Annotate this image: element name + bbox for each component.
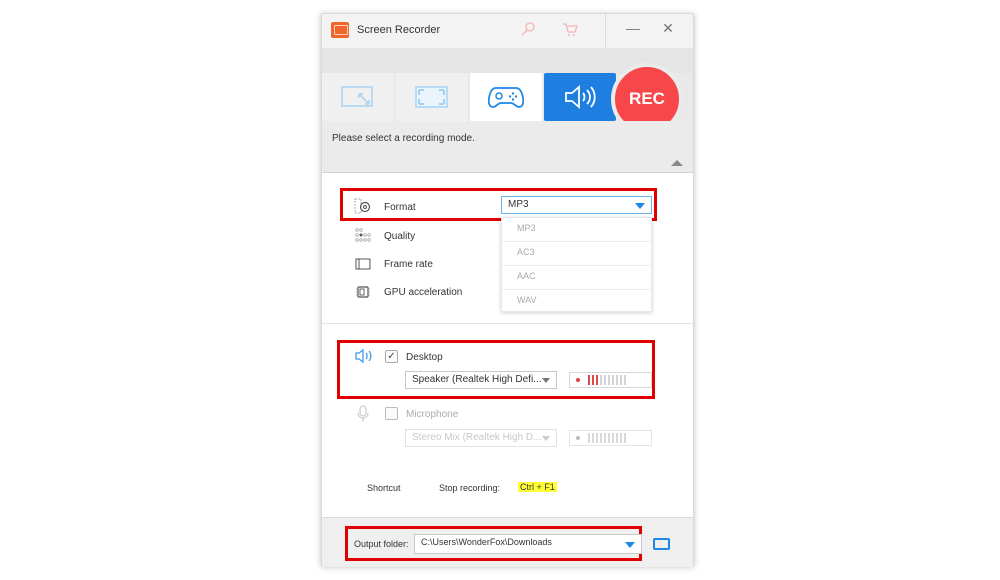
app-logo-icon [331,22,349,38]
meter-bar [588,375,590,385]
fullscreen-icon [415,86,448,108]
screen-recorder-window: Screen Recorder — ✕ REC Please select a … [321,13,694,567]
format-select[interactable]: MP3 [501,196,652,214]
microphone-device-value: Stereo Mix (Realtek High D... [412,432,542,443]
meter-bar [604,375,606,385]
format-option-ac3[interactable]: AC3 [502,242,651,266]
desktop-device-select[interactable]: Speaker (Realtek High Defi... [405,371,557,389]
format-gear-icon [354,198,372,214]
meter-bar [616,375,618,385]
desktop-audio-highlight-box [337,340,655,399]
desktop-level-meter [569,372,652,388]
desktop-speaker-icon [354,348,372,364]
meter-bar [596,433,598,443]
titlebar-separator [605,14,606,48]
microphone-device-select[interactable]: Stereo Mix (Realtek High D... [405,429,557,447]
output-footer: Output folder: C:\Users\WonderFox\Downlo… [322,517,693,567]
output-folder-label: Output folder: [354,539,409,549]
output-folder-select[interactable]: C:\Users\WonderFox\Downloads [414,534,642,554]
desktop-device-value: Speaker (Realtek High Defi... [412,374,542,385]
chevron-down-icon [635,203,645,209]
meter-dot [576,436,580,440]
format-option-wav[interactable]: WAV [502,290,651,314]
gpu-acceleration-label: GPU acceleration [384,287,463,298]
app-title: Screen Recorder [357,24,441,36]
minimize-button[interactable]: — [623,20,643,36]
section-divider [322,323,693,324]
hint-text: Please select a recording mode. [332,133,475,144]
meter-bar [592,433,594,443]
meter-bar [592,375,594,385]
format-option-aac[interactable]: AAC [502,266,651,290]
meter-bar [612,433,614,443]
meter-dot [576,378,580,382]
close-button[interactable]: ✕ [658,20,678,37]
chevron-down-icon [542,436,550,441]
meter-bar [604,433,606,443]
format-label: Format [384,202,416,213]
meter-bar [600,375,602,385]
output-folder-path: C:\Users\WonderFox\Downloads [421,537,552,547]
hint-area: Please select a recording mode. [322,121,693,173]
desktop-label: Desktop [406,352,443,363]
chevron-down-icon [542,378,550,383]
format-dropdown-list: MP3 AC3 AAC WAV [501,217,652,312]
title-bar: Screen Recorder — ✕ [322,14,693,48]
game-mode-button[interactable] [470,73,542,121]
meter-bar [600,433,602,443]
meter-bar [624,375,626,385]
meter-bar [624,433,626,443]
fullscreen-mode-button[interactable] [396,73,468,121]
gpu-chip-icon [354,284,372,300]
format-option-mp3[interactable]: MP3 [502,218,651,242]
meter-bar [620,433,622,443]
meter-bar [608,375,610,385]
stop-recording-label: Stop recording: [439,483,501,493]
region-icon [341,86,373,107]
meter-bar [608,433,610,443]
region-mode-button[interactable] [322,73,394,121]
gamepad-icon [488,87,524,108]
frame-rate-label: Frame rate [384,259,433,270]
microphone-icon [354,405,372,422]
shortcut-label: Shortcut [367,483,401,493]
audio-mode-button[interactable] [544,73,616,121]
meter-bar [612,375,614,385]
desktop-checkbox[interactable]: ✓ [385,350,398,363]
cart-icon[interactable] [562,21,578,40]
meter-bar [588,433,590,443]
meter-bar [620,375,622,385]
stop-recording-shortcut-key[interactable]: Ctrl + F1 [518,482,557,492]
open-folder-icon[interactable] [653,538,670,550]
meter-bar [616,433,618,443]
quality-label: Quality [384,231,416,242]
format-select-value: MP3 [508,199,529,210]
speaker-icon [565,85,596,109]
chevron-down-icon [625,542,635,548]
frame-rate-icon [354,256,372,272]
microphone-checkbox[interactable] [385,407,398,420]
microphone-level-meter [569,430,652,446]
collapse-arrow-icon[interactable] [671,160,683,166]
quality-icon [354,227,372,243]
microphone-label: Microphone [406,409,459,420]
key-icon[interactable] [520,21,536,40]
meter-bar [596,375,598,385]
